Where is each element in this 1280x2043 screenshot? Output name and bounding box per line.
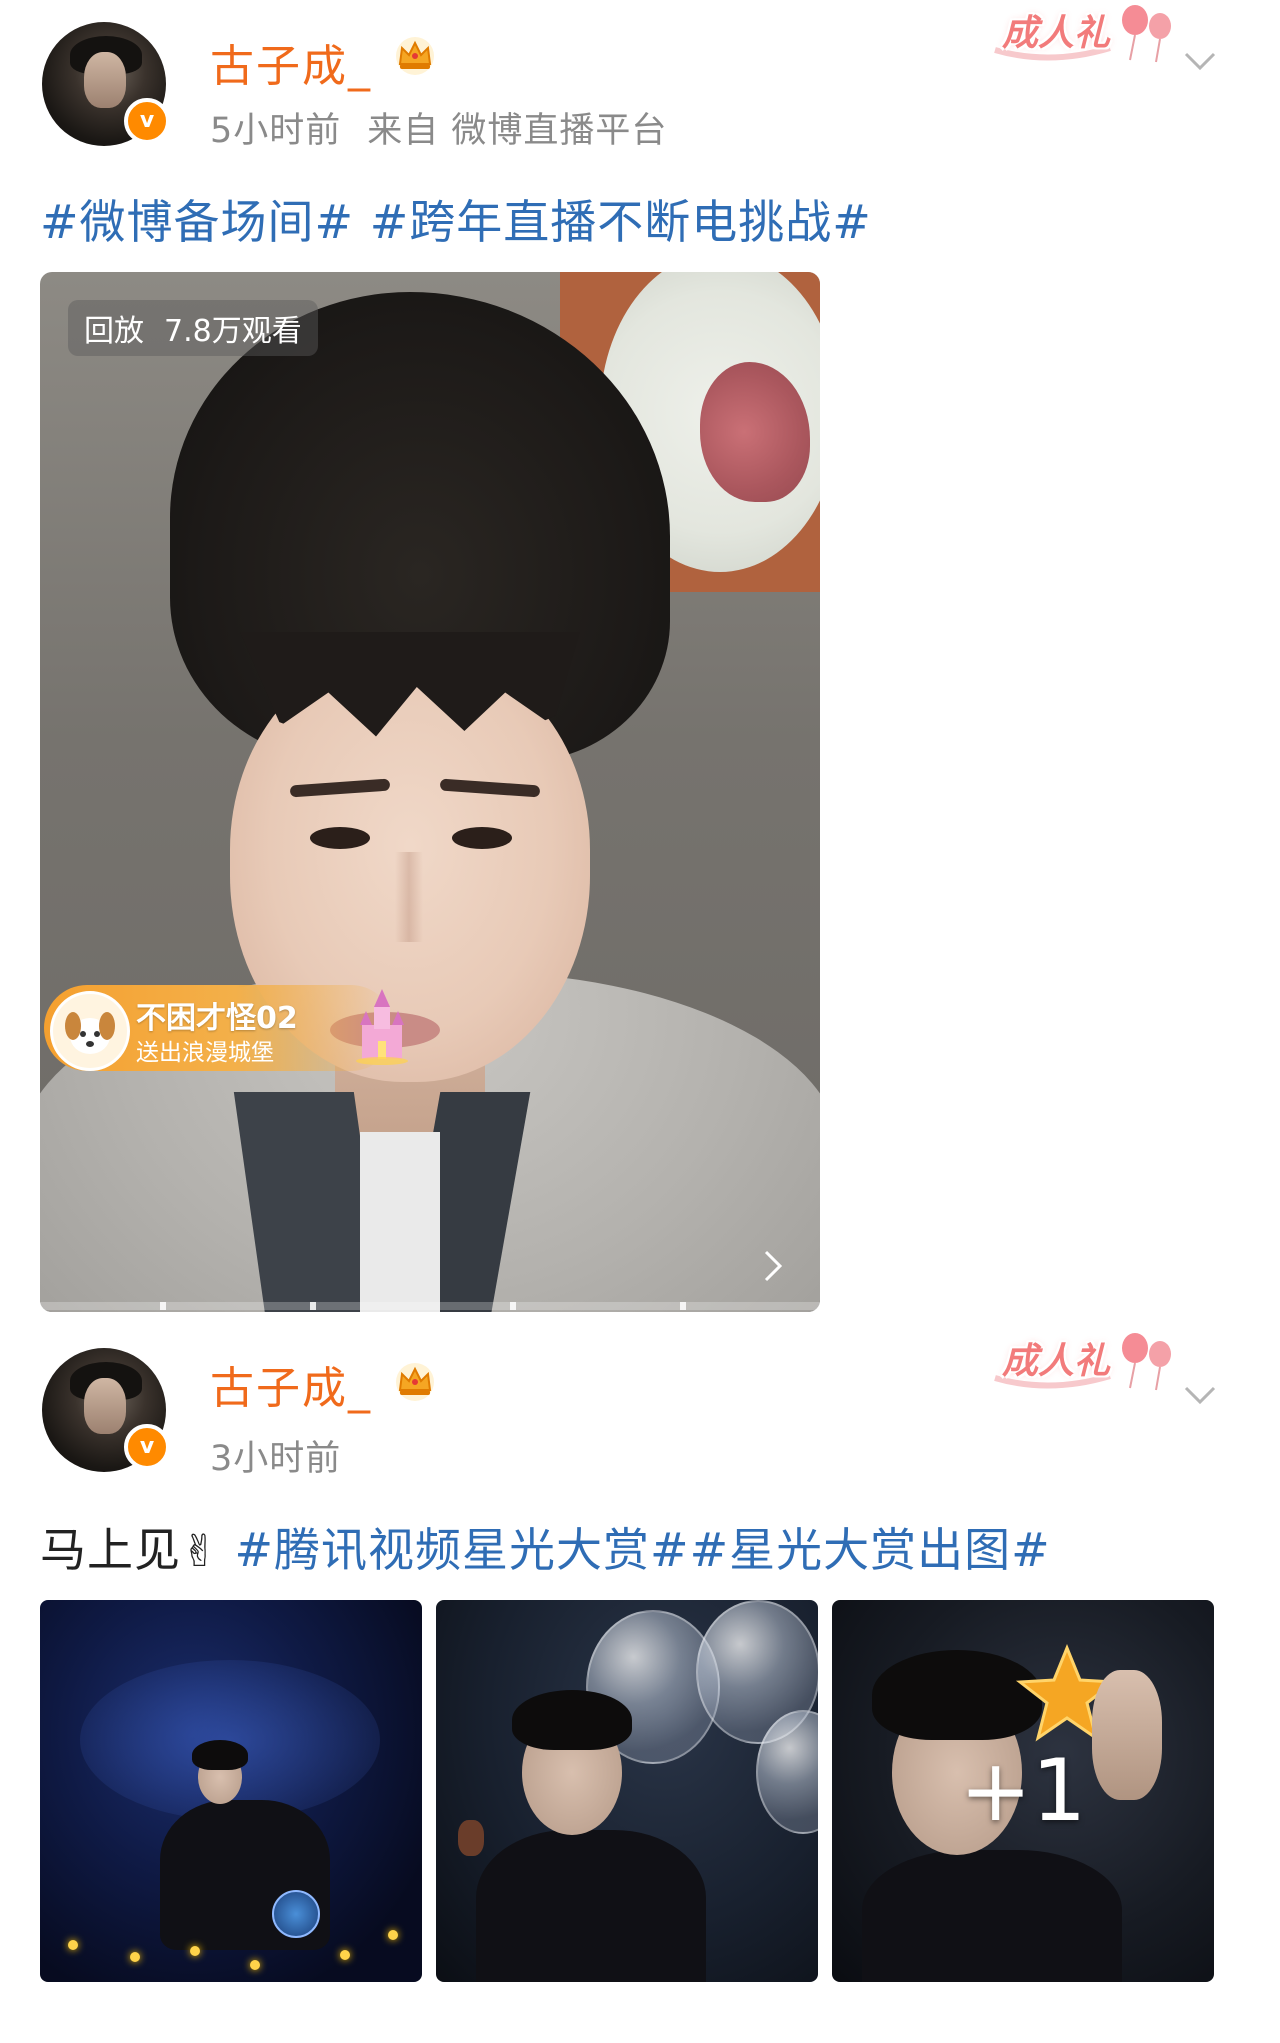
user-avatar[interactable]: v bbox=[42, 1348, 170, 1472]
post-meta: 3小时前 bbox=[210, 1430, 341, 1481]
right-eyebrow bbox=[439, 778, 541, 798]
crown-icon bbox=[396, 37, 434, 75]
nose bbox=[395, 852, 423, 942]
gift-sender-avatar bbox=[50, 991, 130, 1071]
post-text: 马上见✌ #腾讯视频星光大赏##星光大赏出图# bbox=[40, 1514, 1051, 1580]
figure-hair bbox=[512, 1690, 632, 1750]
celebration-ribbon: 成人礼 bbox=[990, 1328, 1180, 1398]
figure-hair bbox=[192, 1740, 248, 1770]
replay-badge: 回放 7.8万观看 bbox=[68, 300, 318, 356]
progress-segment bbox=[160, 1302, 166, 1310]
username[interactable]: 古子成_ bbox=[210, 1352, 372, 1416]
verified-badge-icon: v bbox=[124, 1424, 170, 1470]
post-time: 3小时前 bbox=[210, 1439, 342, 1479]
figure-body bbox=[476, 1830, 706, 1982]
user-avatar[interactable]: v bbox=[42, 22, 170, 146]
username[interactable]: 古子成_ bbox=[210, 30, 372, 94]
globe-lantern bbox=[272, 1890, 320, 1938]
star-light bbox=[190, 1946, 200, 1956]
progress-segment bbox=[310, 1302, 316, 1310]
shirt bbox=[360, 1132, 440, 1312]
celebration-ribbon: 成人礼 bbox=[990, 0, 1180, 70]
crown-icon bbox=[396, 1363, 434, 1401]
weibo-post: v 古子成_ 5小时前 来自 微博直播平台 成人礼 #微博备场间# #跨年直播不断… bbox=[0, 0, 1280, 1330]
photo-thumbnail[interactable] bbox=[40, 1600, 422, 1982]
replay-label: 回放 bbox=[84, 314, 144, 349]
photo-thumbnail[interactable]: +1 bbox=[832, 1600, 1214, 1982]
post-time: 5小时前 bbox=[210, 111, 342, 151]
video-progress-bar[interactable] bbox=[40, 1302, 820, 1310]
live-replay-video[interactable] bbox=[40, 272, 820, 1312]
photo-thumbnail[interactable] bbox=[436, 1600, 818, 1982]
hashtag-link[interactable]: #腾讯视频星光大赏# bbox=[235, 1523, 690, 1577]
gift-sender-name: 不困才怪02 bbox=[136, 1001, 298, 1036]
castle-gift-icon bbox=[356, 989, 408, 1065]
gift-notification: 不困才怪02 送出浪漫城堡 bbox=[44, 985, 394, 1071]
post-body-text: 马上见 bbox=[40, 1523, 181, 1577]
chevron-down-icon[interactable] bbox=[1180, 40, 1220, 80]
star-light bbox=[388, 1930, 398, 1940]
left-eye bbox=[310, 827, 370, 849]
view-count: 7.8万观看 bbox=[164, 314, 302, 349]
dog-avatar-icon bbox=[65, 1012, 115, 1054]
star-light bbox=[250, 1960, 260, 1970]
ribbon-label: 成人礼 bbox=[1002, 1340, 1111, 1382]
left-eyebrow bbox=[289, 778, 391, 798]
weibo-post: v 古子成_ 3小时前 成人礼 马上见✌ #腾讯视频星光大赏##星光大赏出图# bbox=[0, 1330, 1280, 2043]
verified-badge-icon: v bbox=[124, 98, 170, 144]
hashtag-link[interactable]: #星光大赏出图# bbox=[690, 1523, 1051, 1577]
progress-segment bbox=[510, 1302, 516, 1310]
more-photos-count: +1 bbox=[959, 1741, 1087, 1841]
right-eye bbox=[452, 827, 512, 849]
avatar-face bbox=[84, 52, 126, 108]
hashtag-link[interactable]: #微博备场间# bbox=[40, 195, 354, 249]
post-text: #微博备场间# #跨年直播不断电挑战# bbox=[40, 186, 872, 252]
gift-description: 送出浪漫城堡 bbox=[136, 1040, 274, 1066]
star-light bbox=[340, 1950, 350, 1960]
hashtag-link[interactable]: #跨年直播不断电挑战# bbox=[370, 195, 872, 249]
chevron-down-icon[interactable] bbox=[1180, 1374, 1220, 1414]
star-light bbox=[130, 1952, 140, 1962]
post-source[interactable]: 来自 微博直播平台 bbox=[367, 111, 667, 151]
post-meta: 5小时前 来自 微博直播平台 bbox=[210, 102, 667, 153]
chevron-right-icon[interactable] bbox=[760, 1246, 786, 1286]
progress-segment bbox=[680, 1302, 686, 1310]
avatar-face bbox=[84, 1378, 126, 1434]
victory-hand-emoji: ✌ bbox=[181, 1526, 219, 1577]
star-light bbox=[68, 1940, 78, 1950]
ribbon-label: 成人礼 bbox=[1002, 12, 1111, 54]
mini-doll bbox=[458, 1820, 484, 1856]
